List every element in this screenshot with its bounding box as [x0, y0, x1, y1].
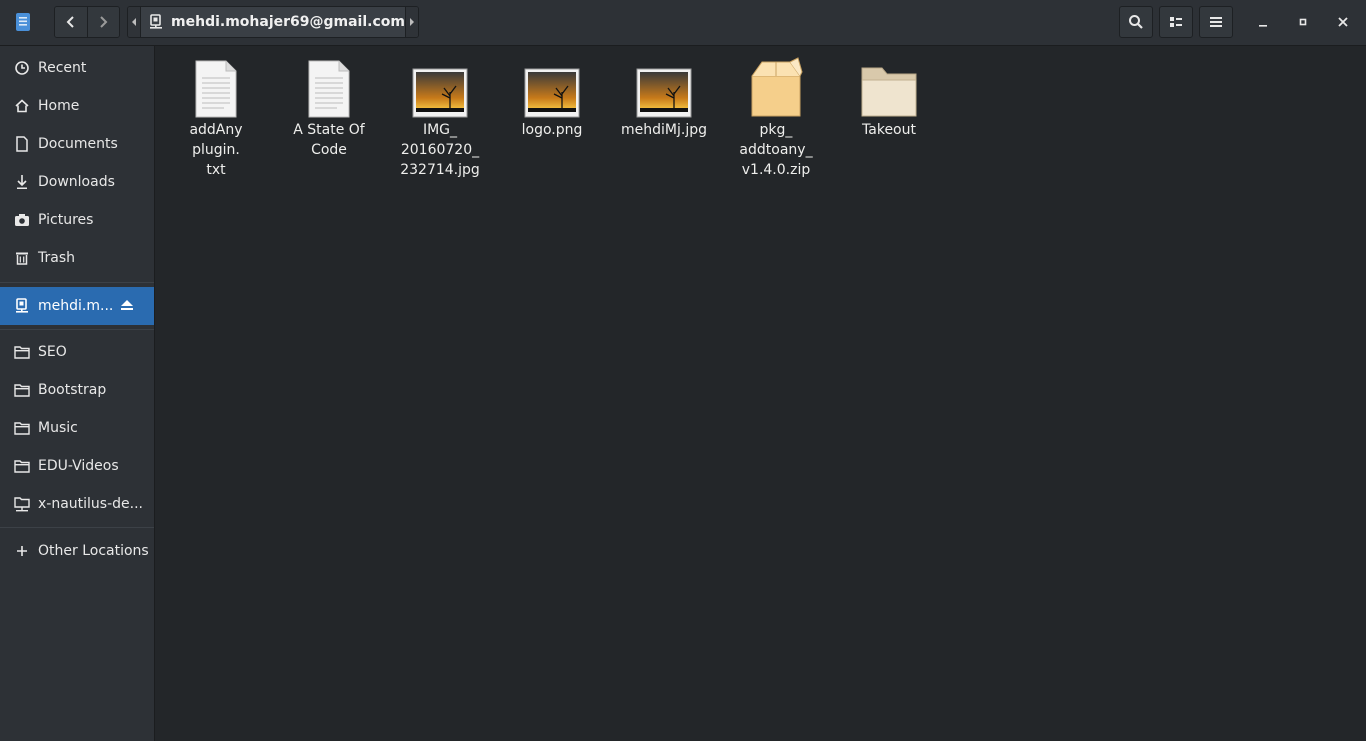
file-item[interactable]: Takeout	[835, 56, 943, 140]
path-crumb-label: mehdi.mohajer69@gmail.com	[171, 14, 405, 30]
sidebar-item-recent[interactable]: Recent	[0, 49, 154, 87]
sidebar-item-label: Trash	[38, 250, 75, 266]
chevron-left-icon	[66, 16, 74, 28]
sidebar-item-label: mehdi.m...	[38, 298, 114, 314]
sidebar-item-label: Recent	[38, 60, 87, 76]
clock-icon	[15, 61, 29, 75]
sidebar-item-music[interactable]: Music	[0, 409, 154, 447]
sidebar-item-label: Home	[38, 98, 80, 114]
forward-button[interactable]	[86, 7, 119, 37]
sidebar-item-label: Other Locations	[38, 543, 149, 559]
archive-package-icon	[751, 57, 803, 117]
sidebar-item-label: Documents	[38, 136, 118, 152]
maximize-button[interactable]	[1295, 14, 1311, 30]
home-icon	[15, 99, 29, 113]
search-button[interactable]	[1119, 6, 1153, 38]
sidebar-item-seo[interactable]: SEO	[0, 333, 154, 371]
file-name: A State Of Code	[293, 122, 365, 158]
sidebar-item-label: SEO	[38, 344, 67, 360]
file-item[interactable]: IMG_ 20160720_ 232714.jpg	[386, 56, 494, 180]
camera-icon	[15, 214, 29, 226]
close-button[interactable]	[1335, 14, 1351, 30]
image-file-icon	[412, 68, 468, 118]
file-name: IMG_ 20160720_ 232714.jpg	[400, 122, 480, 178]
sidebar-separator	[0, 329, 154, 330]
sidebar-item-label: x-nautilus-de...	[38, 496, 143, 512]
plus-icon	[17, 546, 27, 556]
file-name: addAny plugin. txt	[189, 122, 243, 178]
image-file-icon	[524, 68, 580, 118]
folder-icon	[14, 422, 30, 435]
sidebar-item-label: Downloads	[38, 174, 115, 190]
back-button[interactable]	[55, 7, 87, 37]
view-toggle-button[interactable]	[1159, 6, 1193, 38]
trash-icon	[16, 252, 28, 265]
close-icon	[1338, 17, 1348, 27]
file-name: pkg_ addtoany_ v1.4.0.zip	[739, 122, 813, 178]
sidebar-item-other-locations[interactable]: Other Locations	[0, 532, 154, 570]
search-icon	[1129, 15, 1143, 29]
file-name: mehdiMj.jpg	[621, 122, 707, 138]
eject-button[interactable]	[120, 298, 134, 316]
sidebar-separator	[0, 527, 154, 528]
minimize-icon	[1259, 25, 1267, 27]
header-bar: mehdi.mohajer69@gmail.com	[0, 0, 1366, 46]
file-name: logo.png	[521, 122, 583, 138]
folder-icon	[14, 384, 30, 397]
file-item[interactable]: pkg_ addtoany_ v1.4.0.zip	[722, 56, 830, 180]
download-icon	[17, 175, 27, 189]
sidebar-item-network-folder[interactable]: x-nautilus-de...	[0, 485, 154, 523]
document-icon	[16, 136, 28, 152]
path-crumb-current[interactable]: mehdi.mohajer69@gmail.com	[140, 7, 406, 37]
minimize-button[interactable]	[1255, 14, 1271, 30]
file-item[interactable]: addAny plugin. txt	[162, 56, 270, 180]
hamburger-menu-icon	[1210, 17, 1222, 27]
file-name: Takeout	[862, 122, 916, 138]
text-file-icon	[308, 60, 350, 118]
folder-icon	[14, 346, 30, 359]
files-app-icon	[16, 13, 30, 31]
file-item[interactable]: logo.png	[498, 56, 606, 140]
sidebar-item-label: Music	[38, 420, 78, 436]
sidebar-separator	[0, 282, 154, 283]
sidebar-item-label: EDU-Videos	[38, 458, 119, 474]
sidebar: Recent Home Documents Downloads Pictures…	[0, 46, 155, 741]
maximize-icon	[1299, 18, 1307, 26]
triangle-right-icon	[409, 18, 414, 26]
menu-button[interactable]	[1199, 6, 1233, 38]
sidebar-item-pictures[interactable]: Pictures	[0, 201, 154, 239]
sidebar-item-trash[interactable]: Trash	[0, 239, 154, 277]
sidebar-item-home[interactable]: Home	[0, 87, 154, 125]
chevron-right-icon	[100, 16, 108, 28]
navigation-buttons	[54, 6, 120, 38]
file-item[interactable]: A State Of Code	[275, 56, 383, 160]
sidebar-item-documents[interactable]: Documents	[0, 125, 154, 163]
triangle-left-icon	[132, 18, 136, 26]
eject-icon	[121, 300, 133, 310]
sidebar-item-mounted-drive[interactable]: mehdi.m...	[0, 287, 154, 325]
network-folder-icon	[14, 497, 30, 512]
sidebar-item-bootstrap[interactable]: Bootstrap	[0, 371, 154, 409]
folder-icon	[861, 67, 917, 117]
list-view-icon	[1170, 17, 1182, 27]
text-file-icon	[195, 60, 237, 118]
file-item[interactable]: mehdiMj.jpg	[610, 56, 718, 140]
path-scroll-right-button[interactable]	[405, 7, 418, 37]
path-scroll-left-button[interactable]	[128, 7, 141, 37]
sidebar-item-label: Pictures	[38, 212, 94, 228]
network-drive-icon	[16, 298, 28, 313]
network-drive-icon	[150, 14, 163, 29]
sidebar-item-downloads[interactable]: Downloads	[0, 163, 154, 201]
folder-icon	[14, 460, 30, 473]
sidebar-item-edu-videos[interactable]: EDU-Videos	[0, 447, 154, 485]
path-bar: mehdi.mohajer69@gmail.com	[127, 6, 419, 38]
sidebar-item-label: Bootstrap	[38, 382, 107, 398]
image-file-icon	[636, 68, 692, 118]
